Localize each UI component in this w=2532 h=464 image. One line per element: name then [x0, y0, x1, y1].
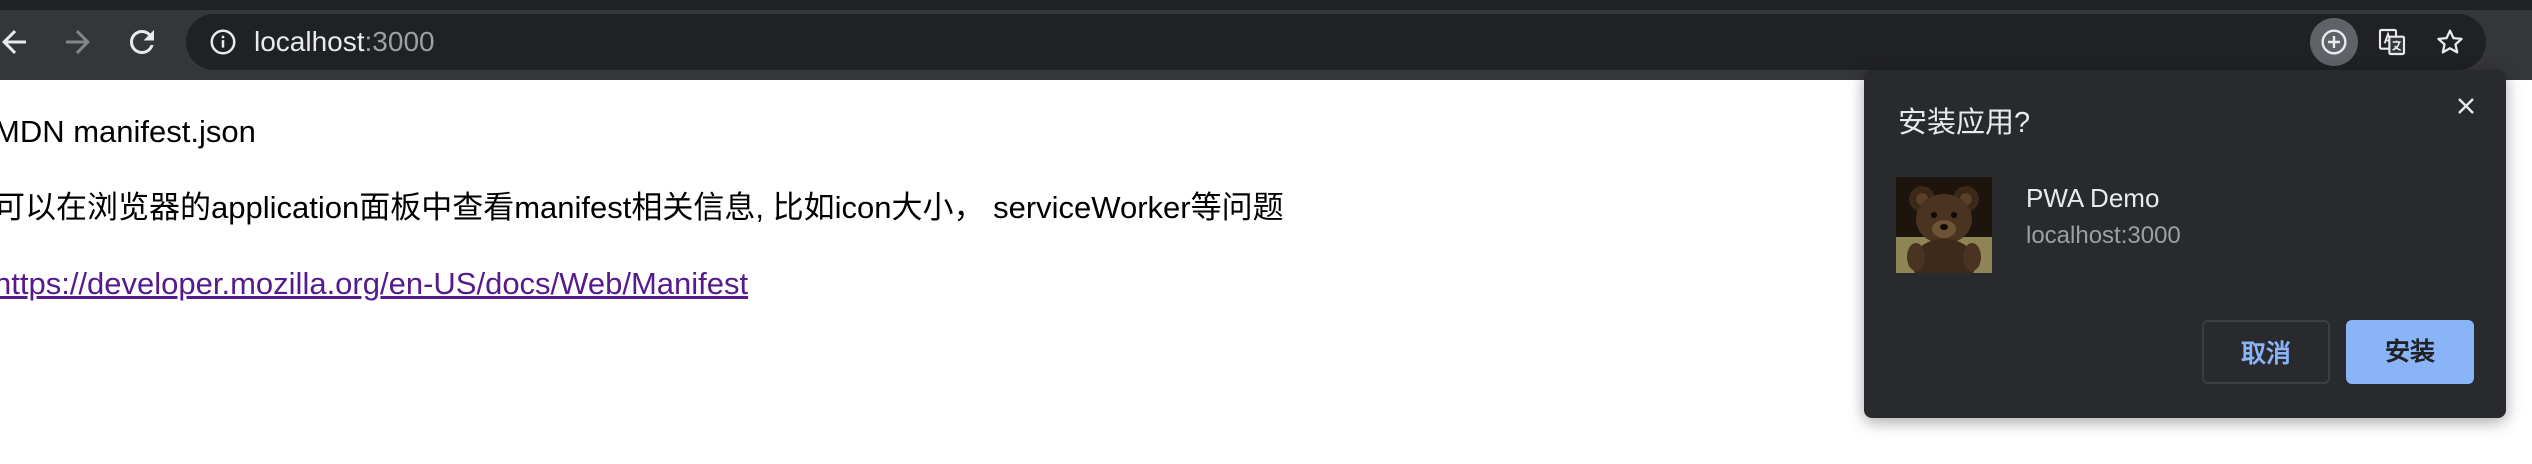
close-icon — [2458, 98, 2474, 114]
arrow-right-icon — [66, 30, 90, 54]
browser-toolbar: localhost:3000 — [0, 0, 2532, 80]
url-host: localhost — [254, 26, 365, 57]
heading-text: MDN manifest.json — [0, 114, 256, 149]
install-app-dialog: 安装应用? PWA Demo localhost:3000 取消 安装 — [1864, 70, 2506, 418]
install-button[interactable]: 安装 — [2346, 320, 2474, 384]
description-text: 可以在浏览器的application面板中查看manifest相关信息, 比如i… — [0, 190, 1284, 225]
app-origin: localhost:3000 — [2026, 222, 2181, 249]
url-port: :3000 — [364, 26, 435, 57]
star-icon — [2437, 29, 2463, 54]
translate-button[interactable] — [2368, 18, 2416, 66]
dialog-title: 安装应用? — [1898, 107, 2031, 139]
add-circle-icon — [2321, 29, 2347, 55]
close-dialog-button[interactable] — [2448, 88, 2484, 124]
mdn-manifest-link[interactable]: https://developer.mozilla.org/en-US/docs… — [0, 266, 748, 302]
cancel-button[interactable]: 取消 — [2202, 320, 2330, 384]
back-button[interactable] — [0, 20, 36, 64]
url-text[interactable]: localhost:3000 — [254, 26, 435, 58]
translate-icon — [2378, 28, 2406, 56]
reload-icon — [130, 29, 154, 54]
install-app-button[interactable] — [2310, 18, 2358, 66]
reload-button[interactable] — [120, 20, 164, 64]
address-bar[interactable]: localhost:3000 — [186, 14, 2486, 70]
arrow-left-icon — [2, 30, 26, 54]
info-icon[interactable] — [208, 27, 238, 57]
app-name: PWA Demo — [2026, 183, 2160, 213]
app-icon — [1896, 177, 1992, 273]
bookmark-button[interactable] — [2426, 18, 2474, 66]
forward-button[interactable] — [56, 20, 100, 64]
teddy-bear-icon — [1896, 177, 1992, 273]
